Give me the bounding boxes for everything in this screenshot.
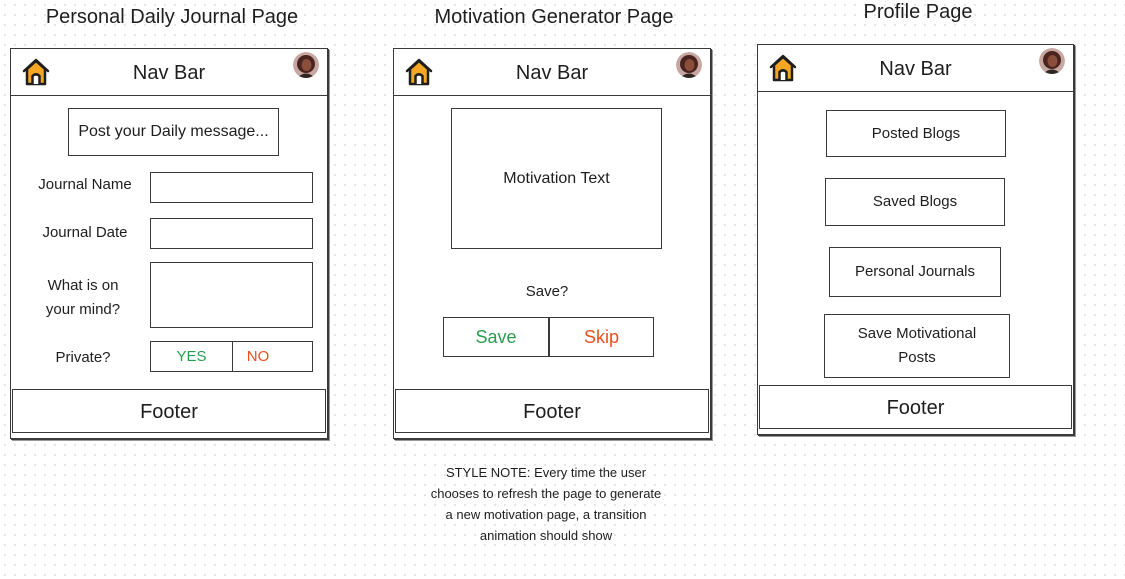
avatar[interactable]: [676, 52, 702, 78]
profile-page-title: Profile Page: [863, 1, 973, 23]
journal-name-label: Journal Name: [38, 176, 132, 193]
motivation-navbar: Nav Bar: [394, 49, 710, 96]
saved-blogs-button[interactable]: Saved Blogs: [825, 178, 1005, 226]
nav-bar-label: Nav Bar: [879, 58, 952, 80]
motivation-page-title: Motivation Generator Page: [434, 6, 674, 28]
nav-bar-label: Nav Bar: [132, 62, 206, 84]
yes-button[interactable]: YES: [151, 342, 233, 371]
journal-frame: Nav Bar Post your Daily message... Journ…: [10, 48, 328, 439]
style-note-line3: a new motivation page, a transition: [445, 507, 647, 522]
style-note-line4: animation should show: [479, 528, 613, 543]
post-daily-message-input[interactable]: Post your Daily message...: [68, 108, 279, 156]
nav-bar-label: Nav Bar: [515, 62, 589, 84]
journal-name-field[interactable]: [150, 172, 313, 203]
mind-label: What is on your mind?: [23, 274, 143, 322]
avatar[interactable]: [1039, 48, 1065, 74]
style-note-line1: STYLE NOTE: Every time the user: [445, 465, 647, 480]
motivation-text-box: Motivation Text: [451, 108, 662, 249]
save-button[interactable]: Save: [444, 318, 550, 356]
mind-label-line1: What is on: [47, 277, 119, 294]
journal-date-label: Journal Date: [42, 224, 128, 241]
style-note-line2: chooses to refresh the page to generate: [430, 486, 662, 501]
private-label: Private?: [55, 349, 111, 366]
save-motivational-posts-button[interactable]: Save Motivational Posts: [824, 314, 1010, 378]
personal-journals-button[interactable]: Personal Journals: [829, 247, 1001, 297]
style-note: STYLE NOTE: Every time the user chooses …: [396, 462, 696, 546]
journal-page-title: Personal Daily Journal Page: [45, 6, 299, 28]
journal-date-field[interactable]: [150, 218, 313, 249]
journal-footer: Footer: [12, 389, 326, 433]
no-button[interactable]: NO: [232, 342, 284, 371]
skip-button[interactable]: Skip: [550, 318, 653, 356]
profile-navbar: Nav Bar: [758, 45, 1073, 92]
save-skip-group: Save Skip: [443, 317, 654, 357]
profile-footer: Footer: [759, 385, 1072, 429]
mind-label-line2: your mind?: [45, 301, 121, 318]
save-question-label: Save?: [525, 283, 569, 300]
avatar[interactable]: [293, 52, 319, 78]
motivation-frame: Nav Bar Motivation Text Save? Save Skip …: [393, 48, 711, 439]
profile-frame: Nav Bar Posted Blogs Saved Blogs Persona…: [757, 44, 1074, 435]
posted-blogs-button[interactable]: Posted Blogs: [826, 110, 1006, 157]
journal-navbar: Nav Bar: [11, 49, 327, 96]
save-motivational-line1: Save Motivational: [857, 325, 977, 342]
save-motivational-line2: Posts: [898, 349, 936, 366]
motivation-footer: Footer: [395, 389, 709, 433]
private-toggle: YES NO: [150, 341, 313, 372]
mind-textarea[interactable]: [150, 262, 313, 328]
